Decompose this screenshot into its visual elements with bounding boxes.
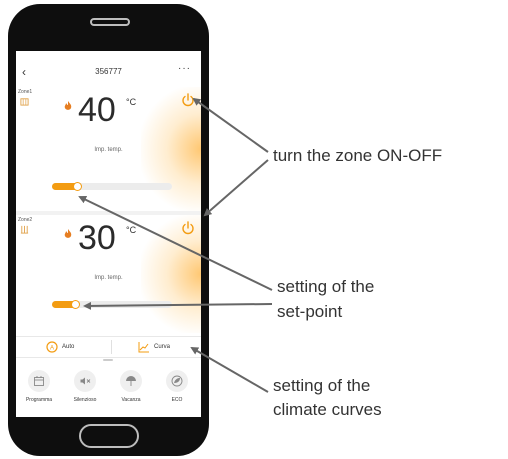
annotation-arrows	[78, 97, 273, 393]
arrow-slider1	[78, 196, 273, 291]
annotation-curves-line2: climate curves	[273, 400, 382, 419]
arrow-zone2-power	[203, 159, 269, 217]
arrow-zone1-power	[192, 97, 269, 153]
annotation-setpoint-line2: set-point	[277, 302, 343, 321]
annotation-setpoint-line1: setting of the	[277, 277, 375, 296]
annotation-curves-line1: setting of the	[273, 376, 371, 395]
annotation-zone-onoff: turn the zone ON-OFF	[273, 146, 443, 165]
arrow-slider2	[83, 301, 273, 310]
arrow-curva	[190, 346, 269, 393]
